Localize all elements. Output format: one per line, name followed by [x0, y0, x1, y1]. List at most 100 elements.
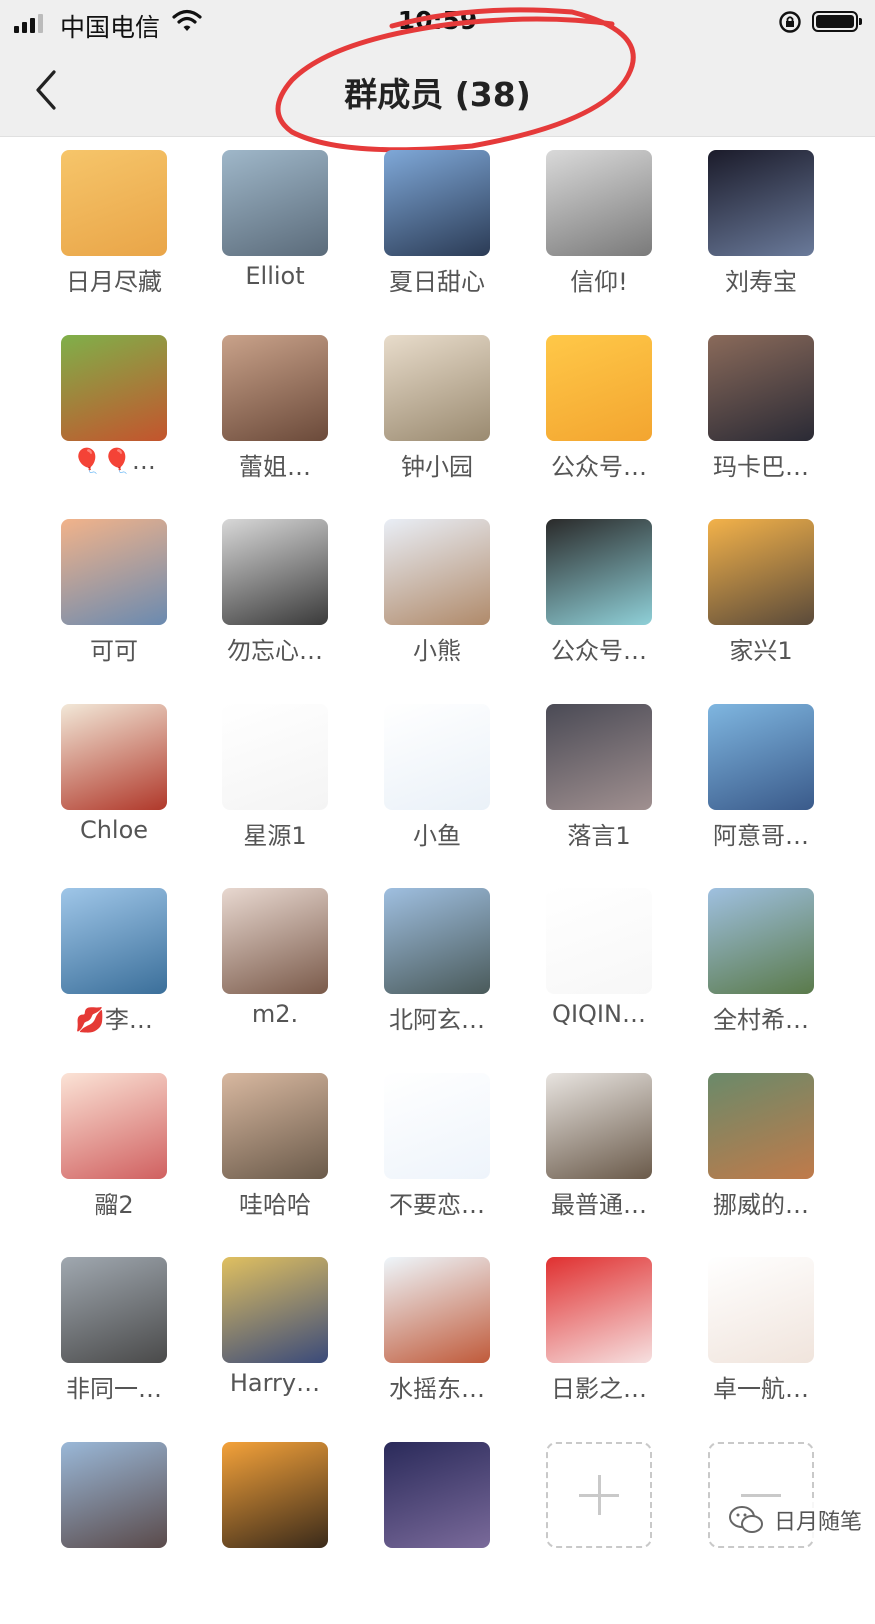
member-item[interactable]: 鬸2 [41, 1071, 187, 1255]
member-avatar [708, 704, 814, 810]
member-name: 💋李… [75, 1006, 153, 1034]
member-item[interactable]: m2. [202, 886, 348, 1070]
member-item[interactable]: 日月尽藏 [41, 148, 187, 332]
member-item[interactable]: 全村希… [688, 886, 834, 1070]
member-avatar [546, 888, 652, 994]
member-item[interactable]: 日影之… [526, 1255, 672, 1439]
member-avatar [222, 704, 328, 810]
member-item[interactable]: 卓一航… [688, 1255, 834, 1439]
member-avatar [222, 150, 328, 256]
member-name: 非同一… [66, 1375, 162, 1403]
member-item[interactable]: 落言1 [526, 702, 672, 886]
member-name: 小熊 [413, 637, 461, 665]
member-item[interactable]: Chloe [41, 702, 187, 886]
member-avatar [222, 519, 328, 625]
member-item[interactable]: 公众号… [526, 517, 672, 701]
member-item[interactable]: 信仰! [526, 148, 672, 332]
member-avatar [61, 1257, 167, 1363]
member-item[interactable]: Elliot [202, 148, 348, 332]
member-avatar [222, 888, 328, 994]
member-grid: 日月尽藏 Elliot 夏日甜心 信仰! 刘寿宝 🎈🎈… 蕾姐… 钟小园 公众号… 玛卡巴… 可可勿… [0, 148, 875, 1555]
member-avatar [222, 1257, 328, 1363]
member-item[interactable]: 勿忘心… [202, 517, 348, 701]
member-avatar [708, 335, 814, 441]
member-item[interactable]: 阿意哥… [688, 702, 834, 886]
member-avatar [384, 1442, 490, 1548]
watermark: 日月随笔 [722, 1502, 869, 1538]
member-avatar [708, 888, 814, 994]
member-item[interactable]: 水摇东… [364, 1255, 510, 1439]
member-avatar [546, 1073, 652, 1179]
member-item[interactable]: 挪威的… [688, 1071, 834, 1255]
member-name: 卓一航… [713, 1375, 809, 1403]
plus-icon [546, 1442, 652, 1548]
member-item[interactable]: 蕾姐… [202, 333, 348, 517]
member-avatar [384, 1257, 490, 1363]
watermark-text: 日月随笔 [774, 1510, 863, 1535]
member-avatar [61, 888, 167, 994]
member-name: 水摇东… [389, 1375, 485, 1403]
member-item[interactable]: 💋李… [41, 886, 187, 1070]
member-item[interactable]: 小熊 [364, 517, 510, 701]
member-item[interactable] [364, 1440, 510, 1624]
member-item[interactable]: 哇哈哈 [202, 1071, 348, 1255]
member-avatar [61, 150, 167, 256]
member-item[interactable]: 可可 [41, 517, 187, 701]
battery-icon [812, 11, 862, 32]
member-name: 蕾姐… [239, 453, 311, 481]
member-avatar [384, 335, 490, 441]
member-name: Chloe [79, 816, 149, 844]
member-name: 挪威的… [713, 1191, 809, 1219]
member-avatar [708, 519, 814, 625]
member-item[interactable]: 家兴1 [688, 517, 834, 701]
member-name: 鬸2 [94, 1191, 134, 1219]
member-item[interactable]: 公众号… [526, 333, 672, 517]
member-avatar [61, 704, 167, 810]
member-avatar [61, 1073, 167, 1179]
member-name: 可可 [90, 637, 138, 665]
member-item[interactable]: Harry… [202, 1255, 348, 1439]
member-avatar [61, 519, 167, 625]
member-item[interactable]: 北阿玄… [364, 886, 510, 1070]
member-avatar [708, 150, 814, 256]
member-name: 全村希… [713, 1006, 809, 1034]
member-name: 公众号… [551, 637, 647, 665]
member-item[interactable] [202, 1440, 348, 1624]
member-name: 夏日甜心 [389, 268, 485, 296]
member-name: 🎈🎈… [72, 447, 156, 475]
member-avatar [61, 335, 167, 441]
member-avatar [222, 1442, 328, 1548]
member-avatar [222, 335, 328, 441]
member-avatar [384, 888, 490, 994]
member-name: 哇哈哈 [239, 1191, 311, 1219]
member-name: 小鱼 [413, 822, 461, 850]
member-item[interactable]: 玛卡巴… [688, 333, 834, 517]
member-name: 玛卡巴… [713, 453, 809, 481]
member-item[interactable]: 最普通… [526, 1071, 672, 1255]
member-item[interactable]: 钟小园 [364, 333, 510, 517]
member-avatar [546, 519, 652, 625]
member-item[interactable]: 夏日甜心 [364, 148, 510, 332]
member-item[interactable]: 星源1 [202, 702, 348, 886]
member-name: 不要恋… [389, 1191, 485, 1219]
member-item[interactable]: 非同一… [41, 1255, 187, 1439]
member-name: 最普通… [551, 1191, 647, 1219]
member-avatar [384, 150, 490, 256]
member-item[interactable]: 不要恋… [364, 1071, 510, 1255]
member-avatar [708, 1073, 814, 1179]
member-name: 日影之… [551, 1375, 647, 1403]
member-name: 刘寿宝 [725, 268, 797, 296]
member-avatar [384, 1073, 490, 1179]
member-name: 信仰! [570, 268, 628, 296]
member-item[interactable]: 刘寿宝 [688, 148, 834, 332]
member-item[interactable] [41, 1440, 187, 1624]
add-member-button[interactable] [526, 1440, 672, 1624]
member-item[interactable]: QIQIN… [526, 886, 672, 1070]
member-name: 勿忘心… [227, 637, 323, 665]
member-item[interactable]: 小鱼 [364, 702, 510, 886]
member-avatar [384, 519, 490, 625]
member-name: Harry… [229, 1369, 321, 1397]
member-name: m2. [251, 1000, 299, 1028]
member-name: Elliot [245, 262, 305, 290]
member-item[interactable]: 🎈🎈… [41, 333, 187, 517]
